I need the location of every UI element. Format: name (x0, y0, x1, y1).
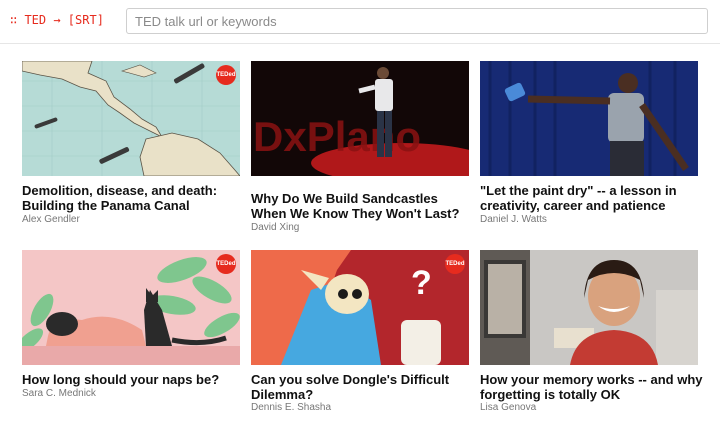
teded-badge: TEDed (216, 254, 236, 274)
panama-map-illustration (22, 61, 240, 176)
tedx-stage-photo: DxPlano (251, 61, 469, 176)
talk-card[interactable]: TEDed How long should your naps be? Sara… (22, 250, 240, 402)
talk-thumbnail[interactable]: DxPlano (251, 61, 469, 176)
talk-speaker: Lisa Genova (480, 402, 537, 413)
talk-title[interactable]: How long should your naps be? (22, 372, 246, 387)
talk-title[interactable]: How your memory works -- and why forgett… (480, 372, 704, 402)
talk-speaker: Alex Gendler (22, 214, 80, 225)
search-input[interactable] (126, 8, 708, 34)
talk-title[interactable]: Demolition, disease, and death: Building… (22, 183, 246, 213)
talk-thumbnail[interactable]: ? TEDed (251, 250, 469, 365)
talk-speaker: David Xing (251, 222, 300, 233)
talk-card[interactable]: How your memory works -- and why forgett… (480, 250, 703, 416)
svg-text:?: ? (411, 264, 432, 302)
talk-speaker: Daniel J. Watts (480, 214, 547, 225)
talk-title[interactable]: Why Do We Build Sandcastles When We Know… (251, 191, 475, 221)
talk-speaker: Dennis E. Shasha (251, 402, 332, 413)
speaker-webcam-photo (480, 250, 698, 365)
talk-card[interactable]: DxPlano Why Do We Build Sandcastles When… (251, 61, 469, 236)
talk-thumbnail[interactable]: TEDed (22, 250, 240, 365)
talk-title[interactable]: Can you solve Dongle's Difficult Dilemma… (251, 372, 475, 402)
talk-card[interactable]: "Let the paint dry" -- a lesson in creat… (480, 61, 698, 231)
teded-badge: TEDed (216, 65, 236, 85)
talk-card[interactable]: TEDed Demolition, disease, and death: Bu… (22, 61, 240, 231)
talk-card[interactable]: ? TEDed Can you solve Dongle's Difficult… (251, 250, 469, 416)
napping-illustration (22, 250, 240, 365)
talk-thumbnail[interactable] (480, 250, 698, 365)
talk-title[interactable]: "Let the paint dry" -- a lesson in creat… (480, 183, 704, 213)
top-bar: ∷ TED → [SRT] (0, 0, 720, 44)
talk-speaker: Sara C. Mednick (22, 388, 96, 399)
stage-letters: DxPlano (253, 113, 421, 160)
dongle-illustration: ? (251, 250, 469, 365)
talk-thumbnail[interactable] (480, 61, 698, 176)
dancer-photo (480, 61, 698, 176)
teded-badge: TEDed (445, 254, 465, 274)
talk-thumbnail[interactable]: TEDed (22, 61, 240, 176)
app-logo[interactable]: ∷ TED → [SRT] (10, 13, 104, 27)
